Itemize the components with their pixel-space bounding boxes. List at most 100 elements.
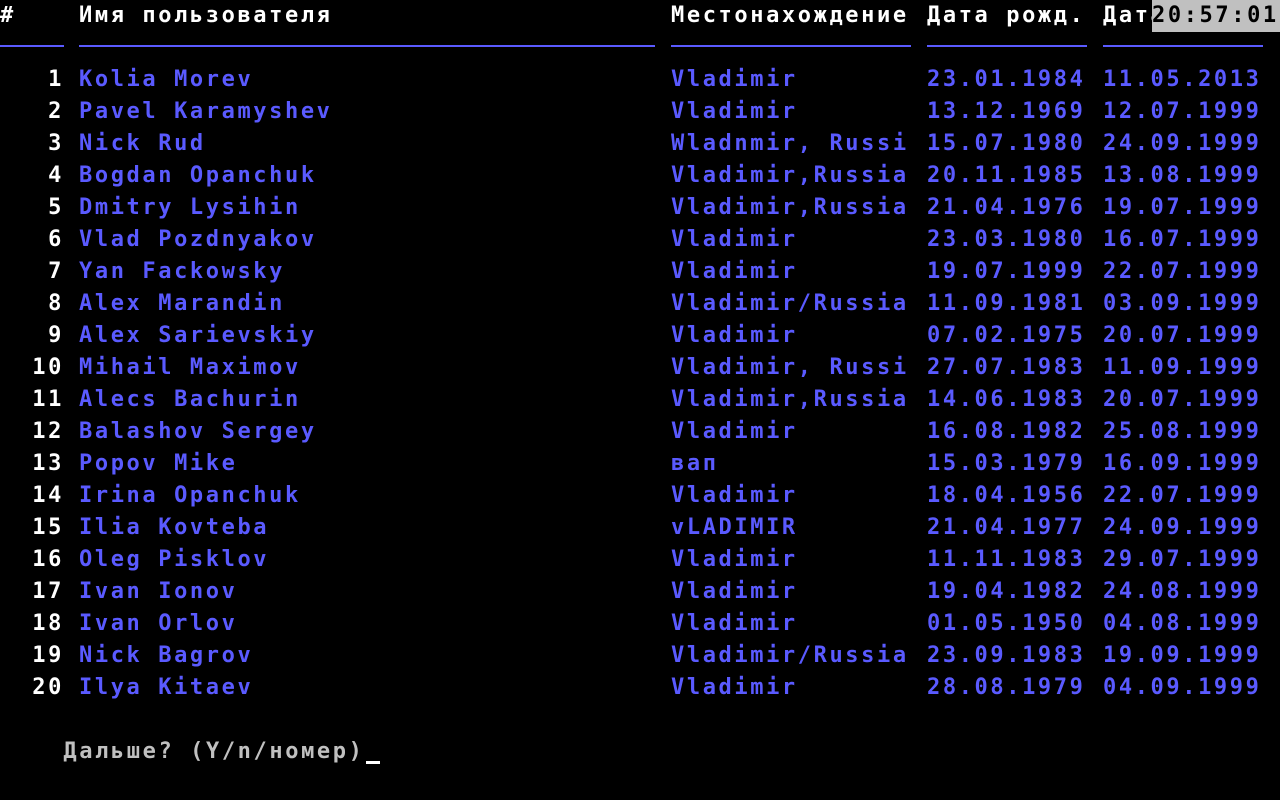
row-number: 12 — [32, 419, 64, 444]
terminal-screen: # Имя пользователя Местонахождение Дата … — [0, 0, 1280, 800]
command-prompt[interactable]: Дальше? (Y/n/номер) — [0, 704, 1280, 764]
header-divider — [0, 45, 1280, 47]
row-regdate: 11.05.2013 — [1103, 67, 1262, 92]
row-birthdate: 13.12.1969 — [927, 99, 1086, 124]
row-regdate: 12.07.1999 — [1103, 99, 1262, 124]
row-regdate: 04.09.1999 — [1103, 675, 1262, 700]
table-row: 1 Kolia Morev Vladimir 23.01.1984 11.05.2013 — [0, 64, 1280, 96]
header-regdate: Дата регистр. — [1103, 3, 1152, 28]
row-regdate: 03.09.1999 — [1103, 291, 1262, 316]
header-location: Местонахождение — [671, 3, 909, 28]
row-birthdate: 21.04.1977 — [927, 515, 1086, 540]
row-username: Oleg Pisklov — [79, 547, 270, 572]
row-location: Vladimir — [671, 611, 798, 636]
row-regdate: 04.08.1999 — [1103, 611, 1262, 636]
row-birthdate: 19.04.1982 — [927, 579, 1086, 604]
row-number: 17 — [32, 579, 64, 604]
row-location: Vladimir — [671, 67, 798, 92]
row-username: Pavel Karamyshev — [79, 99, 333, 124]
row-username: Nick Rud — [79, 131, 206, 156]
row-number: 13 — [32, 451, 64, 476]
row-username: Ilya Kitaev — [79, 675, 254, 700]
row-username: Irina Opanchuk — [79, 483, 301, 508]
row-birthdate: 27.07.1983 — [927, 355, 1086, 380]
row-number: 20 — [32, 675, 64, 700]
row-birthdate: 15.07.1980 — [927, 131, 1086, 156]
row-birthdate: 23.03.1980 — [927, 227, 1086, 252]
row-regdate: 20.07.1999 — [1103, 387, 1262, 412]
row-number: 16 — [32, 547, 64, 572]
row-location: Vladimir/Russia — [671, 291, 909, 316]
row-username: Balashov Sergey — [79, 419, 317, 444]
row-username: Ivan Ionov — [79, 579, 238, 604]
divider-regdate — [1103, 45, 1263, 47]
divider-username — [79, 45, 655, 47]
table-header: # Имя пользователя Местонахождение Дата … — [0, 0, 1280, 32]
row-birthdate: 19.07.1999 — [927, 259, 1086, 284]
row-number: 5 — [48, 195, 64, 220]
divider-birthdate — [927, 45, 1087, 47]
table-row: 10 Mihail Maximov Vladimir, Russi 27.07.198… — [0, 352, 1280, 384]
row-location: Vladimir — [671, 675, 798, 700]
row-regdate: 19.07.1999 — [1103, 195, 1262, 220]
row-birthdate: 07.02.1975 — [927, 323, 1086, 348]
row-username: Kolia Morev — [79, 67, 254, 92]
row-username: Nick Bagrov — [79, 643, 254, 668]
row-username: Alex Sarievskiy — [79, 323, 317, 348]
row-location: Vladimir — [671, 419, 798, 444]
prompt-text: Дальше? (Y/n/номер) — [63, 739, 365, 764]
table-row: 16 Oleg Pisklov Vladimir 11.11.1983 29.07.19… — [0, 544, 1280, 576]
row-number: 3 — [48, 131, 64, 156]
row-regdate: 29.07.1999 — [1103, 547, 1262, 572]
divider-location — [671, 45, 911, 47]
row-birthdate: 28.08.1979 — [927, 675, 1086, 700]
row-location: Vladimir — [671, 483, 798, 508]
row-number: 4 — [48, 163, 64, 188]
row-number: 10 — [32, 355, 64, 380]
row-birthdate: 21.04.1976 — [927, 195, 1086, 220]
row-location: Vladimir — [671, 227, 798, 252]
row-location: Vladimir,Russia — [671, 387, 909, 412]
text-cursor[interactable] — [366, 761, 381, 764]
row-username: Mihail Maximov — [79, 355, 301, 380]
row-number: 8 — [48, 291, 64, 316]
row-regdate: 24.09.1999 — [1103, 515, 1262, 540]
clock-display: 20:57:01 — [1152, 0, 1280, 32]
user-list: 1 Kolia Morev Vladimir 23.01.1984 11.05.2013… — [0, 64, 1280, 704]
row-username: Yan Fackowsky — [79, 259, 285, 284]
row-location: vLADIMIR — [671, 515, 798, 540]
row-regdate: 22.07.1999 — [1103, 483, 1262, 508]
row-location: Vladimir — [671, 323, 798, 348]
row-regdate: 11.09.1999 — [1103, 355, 1262, 380]
row-number: 9 — [48, 323, 64, 348]
row-username: Alex Marandin — [79, 291, 285, 316]
row-location: Wladnmir, Russi — [671, 131, 909, 156]
table-row: 18 Ivan Orlov Vladimir 01.05.1950 04.08.1999 — [0, 608, 1280, 640]
row-number: 2 — [48, 99, 64, 124]
row-username: Popov Mike — [79, 451, 238, 476]
row-regdate: 22.07.1999 — [1103, 259, 1262, 284]
table-row: 17 Ivan Ionov Vladimir 19.04.1982 24.08.1999 — [0, 576, 1280, 608]
table-row: 20 Ilya Kitaev Vladimir 28.08.1979 04.09.199… — [0, 672, 1280, 704]
table-row: 7 Yan Fackowsky Vladimir 19.07.1999 22.07.19… — [0, 256, 1280, 288]
row-number: 7 — [48, 259, 64, 284]
table-row: 2 Pavel Karamyshev Vladimir 13.12.1969 12.07… — [0, 96, 1280, 128]
row-birthdate: 11.11.1983 — [927, 547, 1086, 572]
row-birthdate: 11.09.1981 — [927, 291, 1086, 316]
row-birthdate: 15.03.1979 — [927, 451, 1086, 476]
row-number: 1 — [48, 67, 64, 92]
row-location: Vladimir — [671, 579, 798, 604]
header-birthdate: Дата рожд. — [927, 3, 1086, 28]
row-birthdate: 16.08.1982 — [927, 419, 1086, 444]
row-number: 6 — [48, 227, 64, 252]
row-birthdate: 18.04.1956 — [927, 483, 1086, 508]
table-row: 12 Balashov Sergey Vladimir 16.08.1982 25.08… — [0, 416, 1280, 448]
row-number: 14 — [32, 483, 64, 508]
table-row: 6 Vlad Pozdnyakov Vladimir 23.03.1980 16.07.… — [0, 224, 1280, 256]
row-number: 15 — [32, 515, 64, 540]
row-location: Vladimir,Russia — [671, 195, 909, 220]
row-location: Vladimir — [671, 259, 798, 284]
row-location: Vladimir — [671, 99, 798, 124]
row-username: Dmitry Lysihin — [79, 195, 301, 220]
table-row: 14 Irina Opanchuk Vladimir 18.04.1956 22.07.… — [0, 480, 1280, 512]
